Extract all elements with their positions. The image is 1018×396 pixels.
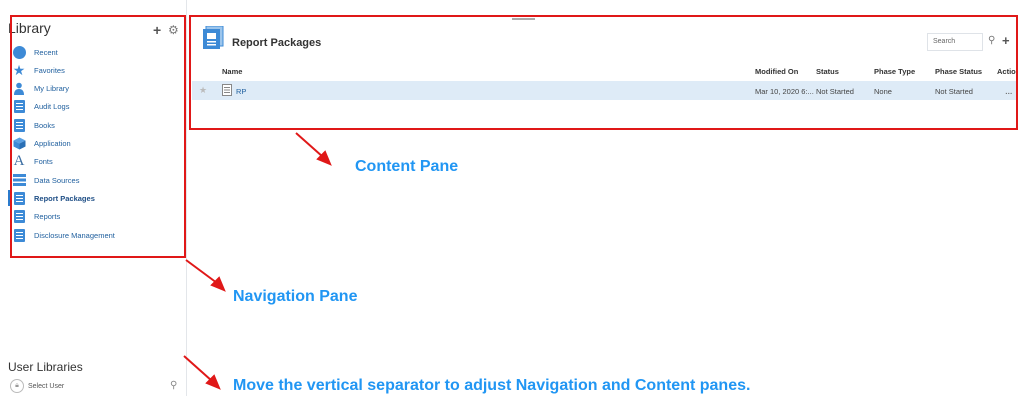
separator-callout: Move the vertical separator to adjust Na…: [233, 377, 751, 394]
content-pane-callout: Content Pane: [355, 158, 459, 175]
navigation-pane-callout: Navigation Pane: [233, 288, 358, 305]
annotation-arrows: [183, 132, 332, 390]
